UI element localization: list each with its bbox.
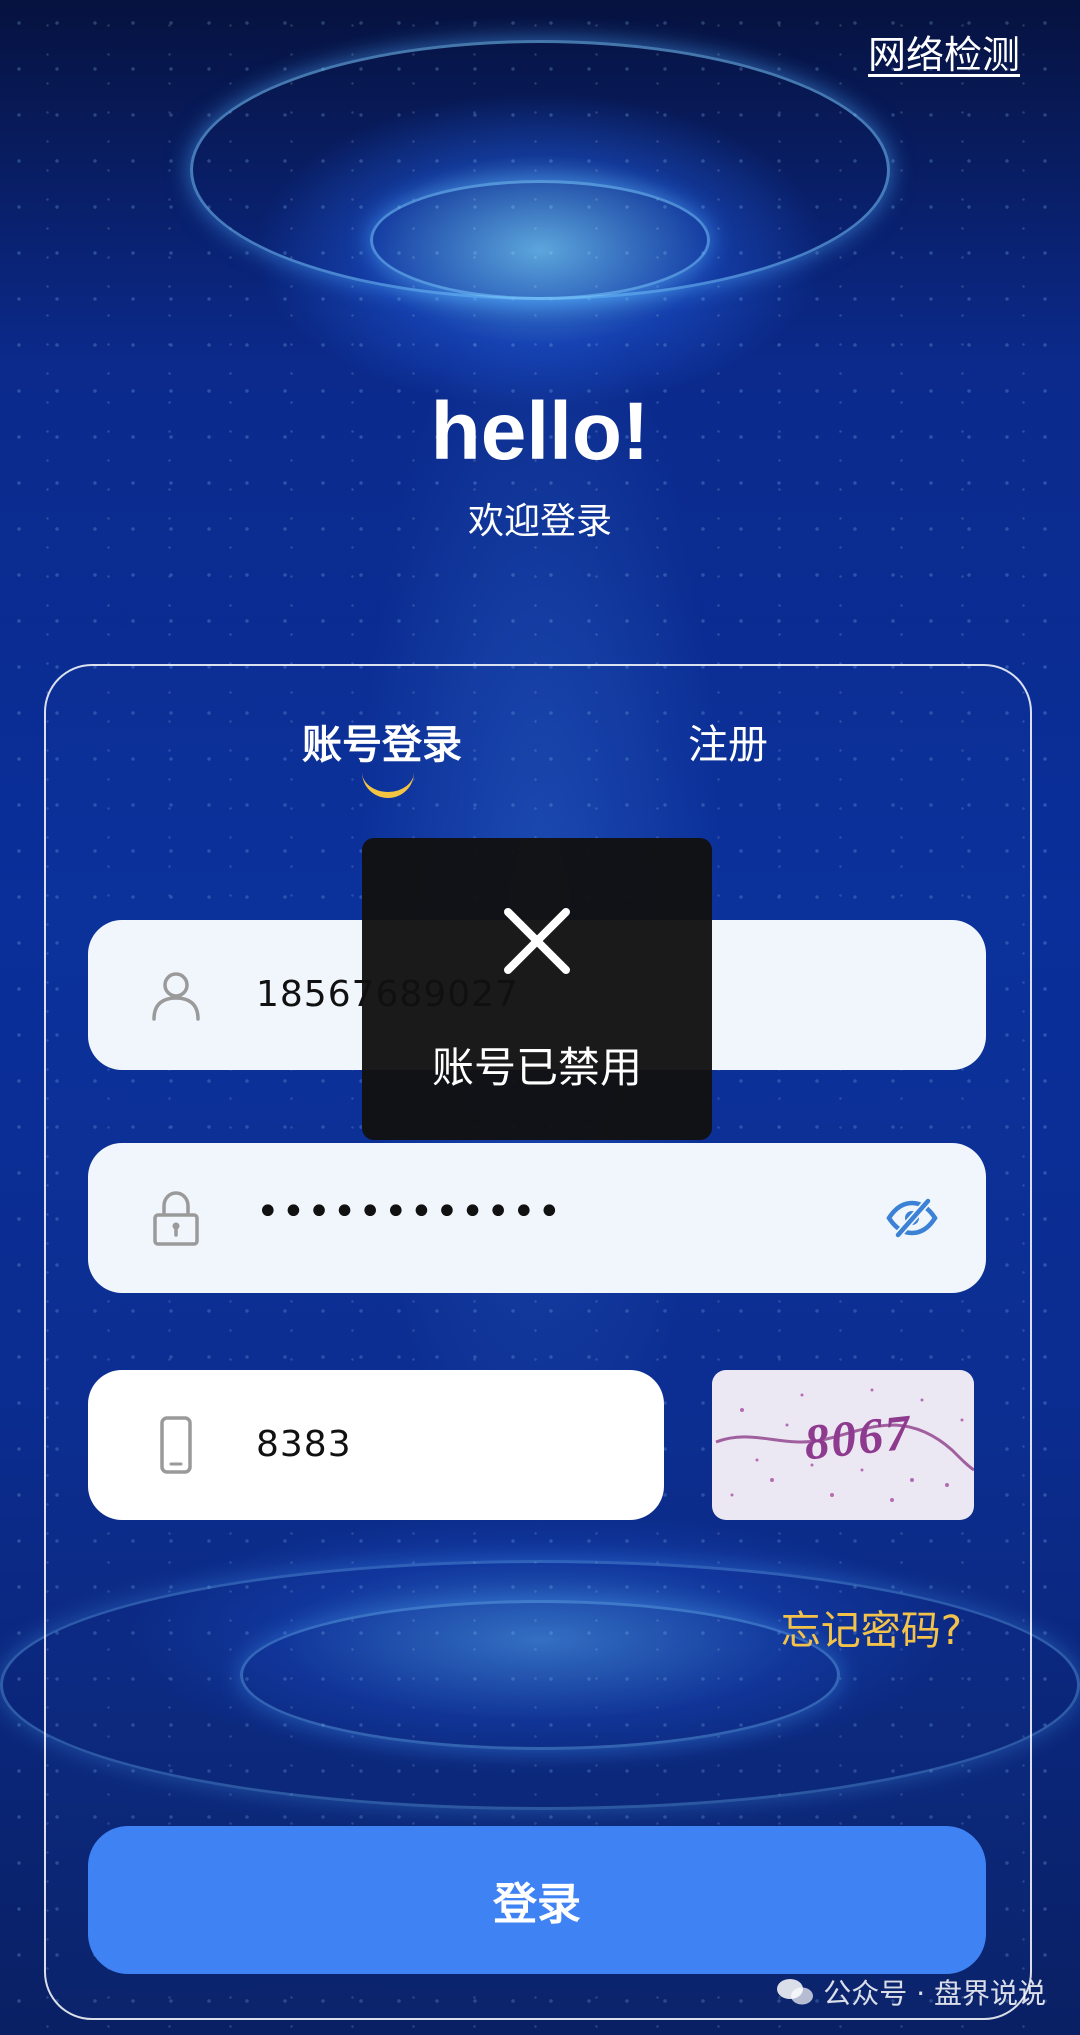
wechat-icon bbox=[777, 1979, 814, 2005]
tab-register[interactable]: 注册 bbox=[688, 712, 768, 770]
watermark: 公众号 · 盘界说说 bbox=[775, 1972, 1046, 2012]
captcha-image-text: 8067 bbox=[801, 1403, 915, 1471]
background-ring-top bbox=[190, 40, 890, 300]
captcha-input[interactable]: 8383 bbox=[256, 1370, 352, 1520]
hero-subtitle: 欢迎登录 bbox=[467, 501, 612, 542]
captcha-field[interactable]: 8383 bbox=[88, 1370, 664, 1520]
captcha-image[interactable]: 8067 bbox=[712, 1370, 974, 1520]
tab-account-login[interactable]: 账号登录 bbox=[302, 712, 462, 770]
login-button[interactable]: 登录 bbox=[88, 1826, 986, 1974]
user-icon bbox=[152, 972, 200, 1021]
eye-off-icon[interactable] bbox=[886, 1195, 938, 1241]
network-check-link[interactable]: 网络检测 bbox=[868, 24, 1020, 79]
watermark-text: 公众号 · 盘界说说 bbox=[823, 1977, 1046, 2010]
close-icon bbox=[504, 908, 570, 974]
password-field[interactable]: •••••••••••• bbox=[88, 1143, 986, 1293]
error-toast: 账号已禁用 bbox=[362, 838, 712, 1140]
phone-icon bbox=[160, 1416, 192, 1474]
password-input[interactable]: •••••••••••• bbox=[256, 1137, 563, 1287]
background-ring-top-inner bbox=[370, 180, 710, 300]
lock-icon bbox=[153, 1191, 199, 1246]
hero-title: hello! bbox=[430, 386, 650, 477]
toast-message: 账号已禁用 bbox=[431, 1043, 642, 1092]
forgot-password-link[interactable]: 忘记密码? bbox=[781, 1598, 962, 1656]
